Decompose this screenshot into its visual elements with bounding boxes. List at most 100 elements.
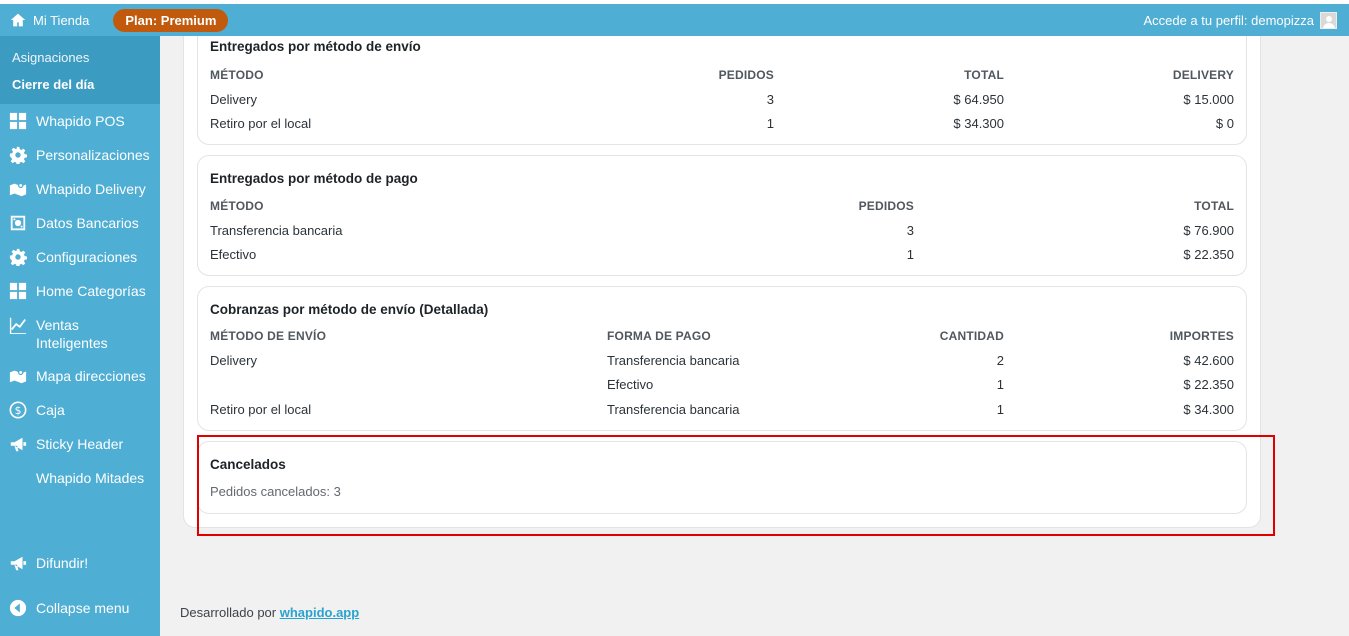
table-row: Retiro por el local 1 $ 34.300 $ 0 (198, 112, 1246, 137)
map-icon (8, 366, 28, 386)
table-cell: Efectivo (210, 247, 257, 263)
sidebar-item-label: Ventas Inteligentes (36, 317, 108, 351)
table-cell: $ 42.600 (1183, 352, 1234, 368)
table-cell: $ 15.000 (1183, 91, 1234, 107)
sidebar-item-sticky-header[interactable]: Sticky Header (0, 427, 160, 461)
footer: Desarrollado por whapido.app (180, 605, 359, 620)
table-cell: 2 (996, 352, 1004, 368)
map-icon (8, 179, 28, 199)
table-row: Delivery Transferencia bancaria 2 $ 42.6… (198, 348, 1246, 373)
sidebar-item-label: Caja (36, 402, 65, 418)
table-row: Delivery 3 $ 64.950 $ 15.000 (198, 87, 1246, 112)
col-header: TOTAL (964, 67, 1004, 82)
svg-text:$: $ (15, 404, 22, 417)
home-label: Mi Tienda (33, 12, 90, 28)
sidebar-item-home-categorias[interactable]: Home Categorías (0, 274, 160, 308)
sidebar-submenu: Asignaciones Cierre del día (0, 36, 160, 104)
gear-icon (8, 145, 28, 165)
sidebar-item-datos-bancarios[interactable]: Datos Bancarios (0, 206, 160, 240)
table-cell (198, 373, 595, 398)
table-row: Efectivo 1 $ 22.350 (198, 243, 1246, 268)
sidebar-item-label: Mapa direcciones (36, 368, 146, 384)
sidebar-item-label: Whapido Mitades (36, 470, 145, 486)
home-icon (10, 13, 26, 27)
table-header-row: MÉTODO PEDIDOS TOTAL (198, 193, 1246, 218)
sidebar-item-label: Sticky Header (36, 436, 124, 452)
megaphone-icon (8, 434, 28, 454)
table-cell: Delivery (210, 352, 257, 368)
profile-text: Accede a tu perfil: demopizza (1143, 12, 1314, 28)
avatar[interactable] (1320, 11, 1337, 29)
collapse-menu-label: Collapse menu (36, 600, 130, 616)
table-cell: 1 (766, 116, 774, 132)
submenu-item-asignaciones[interactable]: Asignaciones (0, 44, 160, 71)
table-cell: 1 (906, 247, 914, 263)
table-cell: $ 76.900 (1183, 222, 1234, 238)
col-header: PEDIDOS (718, 67, 774, 82)
footer-link[interactable]: whapido.app (280, 605, 359, 620)
cancelled-orders-text: Pedidos cancelados: 3 (210, 484, 341, 499)
table-row: Transferencia bancaria 3 $ 76.900 (198, 218, 1246, 243)
table-cell: Transferencia bancaria (607, 401, 740, 417)
sidebar-item-label: Configuraciones (36, 249, 138, 265)
grid-icon (8, 281, 28, 301)
col-header: DELIVERY (1172, 67, 1234, 82)
sidebar: Asignaciones Cierre del día Whapido POS … (0, 36, 160, 636)
sidebar-item-caja[interactable]: $ Caja (0, 393, 160, 427)
table-cell: Delivery (210, 91, 257, 107)
sidebar-item-label: Difundir! (36, 555, 89, 571)
sidebar-item-label: Home Categorías (36, 283, 146, 299)
sidebar-item-whapido-delivery[interactable]: Whapido Delivery (0, 172, 160, 206)
col-header: MÉTODO (210, 67, 264, 82)
sidebar-item-label: Whapido POS (36, 113, 125, 129)
table-cell: 1 (996, 401, 1004, 417)
sidebar-item-whapido-mitades[interactable]: Whapido Mitades (0, 461, 160, 495)
profile-link[interactable]: Accede a tu perfil: demopizza (1143, 11, 1337, 29)
card-cobranzas: Cobranzas por método de envío (Detallada… (197, 286, 1247, 431)
submenu-item-cierre-del-dia[interactable]: Cierre del día (0, 71, 160, 98)
dollar-circle-icon: $ (8, 400, 28, 420)
bank-icon (8, 213, 28, 233)
card-cancelados: Cancelados Pedidos cancelados: 3 (197, 441, 1247, 514)
table-cell: Transferencia bancaria (210, 222, 343, 238)
table-cell: Retiro por el local (210, 116, 312, 132)
sidebar-item-whapido-pos[interactable]: Whapido POS (0, 104, 160, 138)
plan-badge[interactable]: Plan: Premium (113, 8, 229, 32)
table-cell: $ 64.950 (953, 91, 1004, 107)
collapse-menu-button[interactable]: Collapse menu (0, 591, 160, 625)
sidebar-item-personalizaciones[interactable]: Personalizaciones (0, 138, 160, 172)
card-entregados-envio: Entregados por método de envío MÉTODO PE… (197, 20, 1247, 145)
table-cell: 3 (906, 222, 914, 238)
collapse-arrow-icon (8, 598, 28, 618)
cobranzas-table: MÉTODO DE ENVÍO FORMA DE PAGO CANTIDAD I… (198, 323, 1246, 422)
table-cell: $ 22.350 (1183, 247, 1234, 263)
table-cell: Efectivo (607, 377, 654, 393)
sidebar-item-mapa-direcciones[interactable]: Mapa direcciones (0, 359, 160, 393)
col-header: PEDIDOS (858, 198, 914, 213)
sidebar-item-label: Whapido Delivery (36, 181, 146, 197)
admin-top-bar: Mi Tienda Plan: Premium Accede a tu perf… (0, 0, 1349, 36)
home-link[interactable]: Mi Tienda (10, 12, 89, 28)
table-header-row: MÉTODO PEDIDOS TOTAL DELIVERY (198, 62, 1246, 87)
card-title: Cobranzas por método de envío (Detallada… (210, 302, 489, 317)
table-cell: $ 22.350 (1183, 377, 1234, 393)
table-cell: 1 (996, 377, 1004, 393)
table-cell: $ 34.300 (1183, 401, 1234, 417)
chart-line-icon (8, 315, 28, 335)
card-title: Cancelados (210, 457, 286, 472)
col-header: CANTIDAD (939, 328, 1004, 343)
sidebar-item-configuraciones[interactable]: Configuraciones (0, 240, 160, 274)
table-cell: 3 (766, 91, 774, 107)
table-row: Efectivo 1 $ 22.350 (198, 373, 1246, 398)
col-header: TOTAL (1194, 198, 1234, 213)
envio-table: MÉTODO PEDIDOS TOTAL DELIVERY Delivery 3… (198, 62, 1246, 136)
table-cell: Transferencia bancaria (607, 352, 740, 368)
blank-icon (8, 468, 28, 488)
footer-prefix: Desarrollado por (180, 605, 277, 620)
megaphone-icon (8, 553, 28, 573)
sidebar-item-ventas-inteligentes[interactable]: Ventas Inteligentes (0, 308, 160, 359)
table-cell: $ 0 (1215, 116, 1234, 132)
sidebar-item-difundir[interactable]: Difundir! (0, 546, 160, 580)
gear-icon (8, 247, 28, 267)
card-entregados-pago: Entregados por método de pago MÉTODO PED… (197, 155, 1247, 276)
